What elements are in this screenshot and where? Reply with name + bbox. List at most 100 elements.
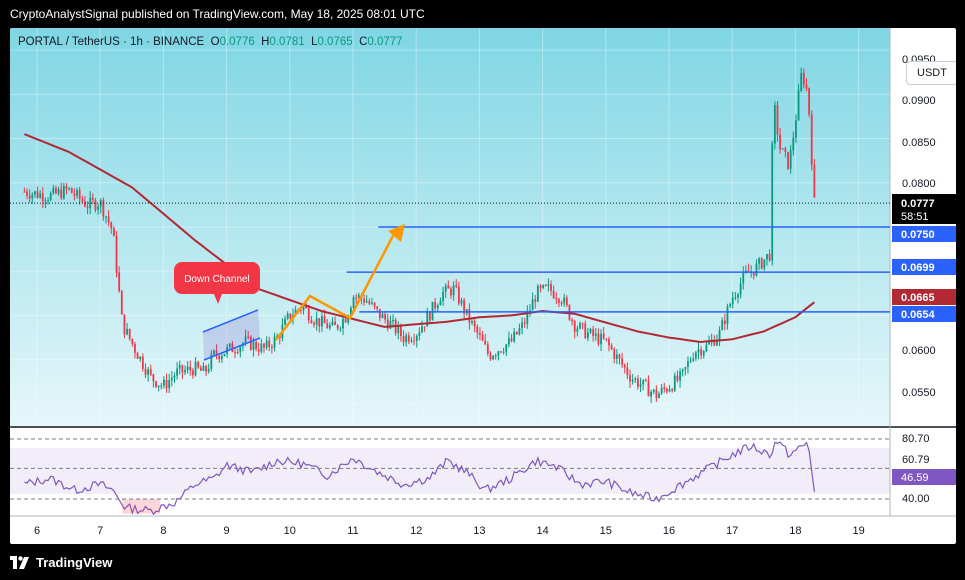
candle-body: [392, 319, 394, 322]
candle-body: [631, 379, 634, 382]
candle-body: [115, 236, 118, 273]
candle-body: [544, 285, 547, 287]
candle-body: [766, 254, 768, 260]
candle-body: [800, 72, 803, 91]
candle-body: [252, 341, 255, 350]
candle-body: [721, 320, 724, 330]
candle-body: [552, 290, 555, 298]
currency-button[interactable]: USDT: [906, 61, 956, 85]
candle-body: [663, 387, 666, 389]
candle-body: [57, 189, 60, 194]
candle-body: [76, 190, 78, 196]
candle-body: [263, 343, 265, 348]
candle-body: [457, 286, 460, 304]
candle-body: [718, 329, 721, 340]
candle-body: [365, 301, 368, 303]
time-axis[interactable]: 6 7 8 9 10 11 12 13 14 15 16 17 18 19: [34, 525, 865, 537]
time-tick: 13: [473, 525, 485, 537]
candle-body: [202, 365, 205, 371]
candle-body: [91, 197, 94, 201]
candle-body: [81, 198, 84, 202]
candle-body: [321, 316, 323, 327]
candle-body: [102, 200, 105, 217]
candle-body: [605, 338, 608, 340]
candle-body: [423, 326, 426, 328]
candle-body: [239, 346, 242, 353]
candle-body: [550, 284, 552, 291]
candle-body: [270, 347, 273, 349]
candle-body: [289, 313, 292, 319]
candle-body: [500, 351, 502, 353]
candle-body: [486, 344, 489, 354]
candle-body: [413, 340, 415, 342]
ma-badge-text: 0.0665: [901, 292, 935, 304]
time-tick: 17: [726, 525, 738, 537]
candle-body: [573, 321, 576, 332]
candle-body: [702, 351, 705, 356]
candle-body: [402, 336, 405, 343]
candle-body: [579, 323, 581, 329]
rsi-tick: 80.70: [902, 433, 930, 445]
candle-body: [223, 353, 226, 357]
published-header: CryptoAnalystSignal published on Trading…: [0, 0, 965, 28]
time-tick: 16: [663, 525, 675, 537]
candle-body: [73, 193, 76, 196]
chart-area[interactable]: Down Channel 0.0950 0.0900 0.0850 0.0800…: [10, 28, 956, 544]
time-tick: 7: [97, 525, 103, 537]
candle-body: [368, 301, 371, 304]
candle-body: [118, 272, 121, 292]
candle-body: [687, 361, 689, 368]
candle-body: [323, 316, 326, 324]
candle-body: [400, 326, 402, 337]
candle-body: [107, 216, 110, 223]
candle-body: [94, 200, 97, 210]
candle-body: [455, 285, 458, 287]
candle-body: [534, 299, 537, 302]
candle-body: [626, 367, 629, 376]
candle-body: [381, 314, 384, 319]
candle-body: [700, 349, 703, 356]
candle-body: [428, 312, 431, 321]
candle-body: [310, 320, 313, 324]
candle-body: [421, 326, 423, 333]
candle-body: [642, 379, 645, 385]
price-labels: 0.0777 58:51 0.0750 0.0699 0.0665 0.0654: [892, 194, 956, 322]
candle-body: [639, 384, 642, 387]
candle-body: [39, 193, 42, 198]
candle-body: [371, 302, 373, 304]
candle-body: [131, 338, 134, 345]
candle-body: [136, 352, 139, 359]
candle-body: [147, 369, 150, 375]
candle-body: [676, 375, 679, 381]
candle-body: [513, 331, 516, 342]
candle-body: [334, 321, 336, 326]
candle-body: [55, 187, 57, 194]
candle-body: [763, 259, 766, 269]
candle-body: [444, 285, 447, 292]
candle-body: [708, 342, 710, 345]
rsi-current-label: 46.59: [901, 472, 929, 484]
candle-body: [199, 367, 202, 371]
candle-body: [665, 388, 668, 392]
candle-body: [742, 272, 745, 284]
candle-body: [47, 200, 49, 202]
candle-body: [407, 335, 410, 342]
candle-body: [768, 254, 771, 261]
candle-body: [128, 328, 131, 339]
level-badge-text: 0.0750: [901, 229, 935, 241]
candle-body: [268, 340, 271, 348]
candle-body: [565, 297, 568, 306]
chart-canvas[interactable]: Down Channel 0.0950 0.0900 0.0850 0.0800…: [10, 28, 956, 544]
candle-body: [539, 285, 542, 288]
tradingview-logo[interactable]: TradingView: [10, 555, 112, 570]
candle-body: [484, 340, 487, 345]
time-tick: 18: [789, 525, 801, 537]
candle-body: [479, 333, 481, 335]
candle-body: [318, 318, 321, 327]
candle-body: [560, 302, 563, 304]
candle-body: [123, 314, 126, 335]
candle-body: [418, 332, 421, 336]
candle-body: [734, 297, 737, 299]
rsi-oversold-fill: [122, 499, 161, 514]
candle-body: [439, 300, 442, 306]
